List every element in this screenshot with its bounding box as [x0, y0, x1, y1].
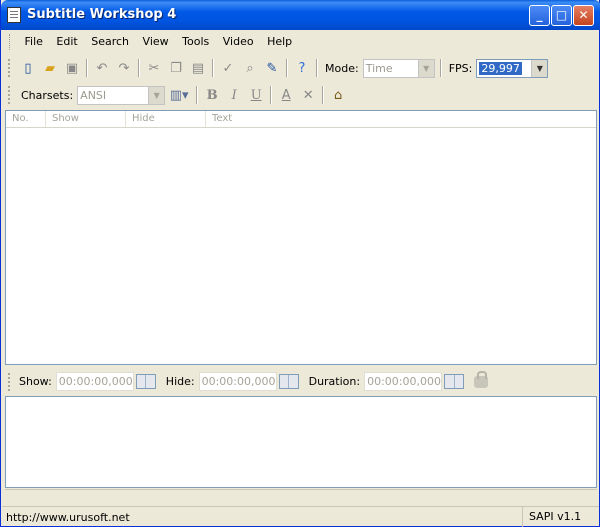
toolbar-grip — [8, 59, 13, 77]
list-header: No. Show Hide Text — [6, 111, 596, 128]
new-file-icon[interactable]: ▯ — [17, 57, 39, 79]
toolbar-separator — [86, 59, 88, 77]
dictionary-icon[interactable]: ▥▾ — [165, 84, 193, 106]
spellcheck-icon[interactable]: ✓ — [217, 57, 239, 79]
format-toolbar: Charsets: ANSI ▼ ▥▾ B I U A ✕ ⌂ — [5, 82, 597, 108]
toolbar-separator — [138, 59, 140, 77]
fps-select[interactable]: 29,997 ▼ — [476, 58, 549, 78]
column-header-show[interactable]: Show — [46, 111, 126, 127]
subtitle-text-editor[interactable] — [5, 396, 597, 488]
fps-value: 29,997 — [479, 61, 522, 75]
mode-label: Mode: — [325, 61, 359, 75]
column-header-hide[interactable]: Hide — [126, 111, 206, 127]
show-time-spinner[interactable] — [135, 374, 156, 389]
subtitle-list[interactable]: No. Show Hide Text — [5, 110, 597, 365]
toolbar-grip — [8, 372, 13, 391]
save-icon[interactable]: ▣ — [61, 57, 83, 79]
close-button[interactable]: ✕ — [573, 5, 594, 26]
menu-search[interactable]: Search — [86, 31, 134, 53]
fps-label: FPS: — [448, 61, 473, 75]
mode-select[interactable]: Time ▼ — [362, 58, 435, 78]
toolbar-separator — [322, 86, 325, 104]
status-url: http://www.urusoft.net — [6, 510, 130, 524]
video-player-icon[interactable]: ⌂ — [327, 84, 349, 106]
hide-label: Hide: — [165, 375, 195, 388]
app-icon — [7, 7, 21, 23]
menu-help[interactable]: Help — [262, 31, 297, 53]
show-time-field[interactable]: 00:00:00,000 — [55, 372, 134, 391]
info-icon[interactable]: ✎ — [261, 57, 283, 79]
copy-icon[interactable]: ❐ — [165, 57, 187, 79]
menu-view[interactable]: View — [138, 31, 174, 53]
main-toolbar: ▯ ▰ ▣ ↶ ↷ ✂ ❐ ▤ ✓ ⌕ ✎ ? Mode: Time ▼ FPS:… — [5, 55, 597, 81]
status-bar: http://www.urusoft.net SAPI v1.1 — [2, 506, 599, 527]
column-header-text[interactable]: Text — [206, 111, 596, 127]
chevron-down-icon: ▼ — [531, 59, 548, 77]
find-icon[interactable]: ⌕ — [239, 57, 261, 79]
menu-grip — [9, 34, 13, 50]
underline-icon[interactable]: U — [245, 84, 267, 106]
menu-edit[interactable]: Edit — [51, 31, 82, 53]
italic-icon[interactable]: I — [223, 84, 245, 106]
maximize-button[interactable]: □ — [551, 5, 572, 26]
cut-icon[interactable]: ✂ — [143, 57, 165, 79]
font-color-icon[interactable]: A — [275, 84, 297, 106]
undo-icon[interactable]: ↶ — [91, 57, 113, 79]
open-folder-icon[interactable]: ▰ — [39, 57, 61, 79]
duration-field[interactable]: 00:00:00,000 — [364, 372, 443, 391]
status-sapi: SAPI v1.1 — [522, 507, 599, 527]
chevron-down-icon: ▼ — [148, 86, 165, 104]
app-window: Subtitle Workshop 4 _ □ ✕ File Edit Sear… — [0, 0, 600, 527]
paste-icon[interactable]: ▤ — [187, 57, 209, 79]
bold-icon[interactable]: B — [201, 84, 223, 106]
toolbar-grip — [8, 86, 13, 104]
menu-tools[interactable]: Tools — [177, 31, 214, 53]
charsets-label: Charsets: — [21, 88, 74, 102]
menu-bar: File Edit Search View Tools Video Help — [5, 31, 597, 53]
chevron-down-icon: ▼ — [417, 59, 434, 77]
title-bar[interactable]: Subtitle Workshop 4 _ □ ✕ — [1, 0, 600, 30]
lock-icon[interactable] — [474, 370, 489, 388]
show-label: Show: — [19, 375, 52, 388]
help-icon[interactable]: ? — [291, 57, 313, 79]
charset-select[interactable]: ANSI ▼ — [77, 85, 166, 105]
charset-value: ANSI — [80, 88, 107, 102]
hide-time-field[interactable]: 00:00:00,000 — [198, 372, 277, 391]
duration-label: Duration: — [308, 375, 361, 388]
toolbar-separator — [286, 59, 288, 77]
clear-format-icon[interactable]: ✕ — [297, 84, 319, 106]
menu-file[interactable]: File — [20, 31, 48, 53]
hide-time-spinner[interactable] — [278, 374, 299, 389]
menu-video[interactable]: Video — [218, 31, 259, 53]
timing-bar: Show: 00:00:00,000 Hide: 00:00:00,000 Du… — [5, 368, 597, 395]
duration-spinner[interactable] — [444, 374, 465, 389]
window-title: Subtitle Workshop 4 — [27, 7, 177, 22]
redo-icon[interactable]: ↷ — [113, 57, 135, 79]
toolbar-separator — [316, 59, 318, 77]
minimize-button[interactable]: _ — [529, 5, 550, 26]
mode-value: Time — [365, 61, 393, 75]
toolbar-separator — [212, 59, 214, 77]
toolbar-separator — [196, 86, 199, 104]
toolbar-separator — [270, 86, 273, 104]
divider — [5, 489, 597, 506]
column-header-no[interactable]: No. — [6, 111, 46, 127]
toolbar-separator — [439, 59, 442, 77]
